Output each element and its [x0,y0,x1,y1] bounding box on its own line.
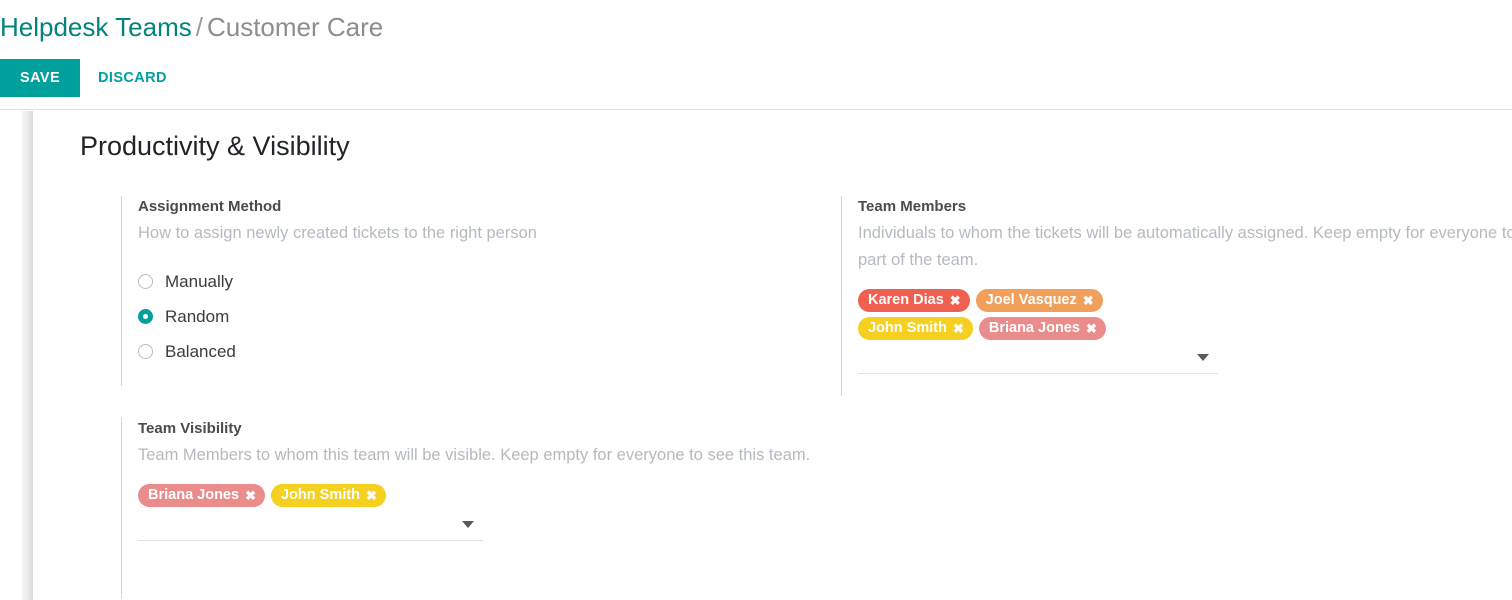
team-members-help: Individuals to whom the tickets will be … [858,224,1512,269]
tag-john-smith[interactable]: John Smith ✖ [858,317,973,340]
team-visibility-input[interactable] [138,507,483,541]
save-button[interactable]: SAVE [0,59,81,97]
tag-label: Joel Vasquez [985,292,1077,308]
caret-down-icon[interactable] [462,521,474,528]
radio-icon[interactable] [138,274,153,289]
action-button-row: SAVE DISCARD [0,59,185,97]
field-group-team-visibility: Team Visibility Team Members to whom thi… [121,418,821,598]
assignment-method-label: Assignment Method [138,198,282,215]
tag-label: Briana Jones [988,320,1080,336]
assignment-method-radio-group[interactable]: Manually Random Balanced [138,264,821,369]
team-members-tag-list: Karen Dias ✖ Joel Vasquez ✖ John Smith ✖… [858,289,1138,340]
radio-option-random[interactable]: Random [138,299,821,334]
discard-button[interactable]: DISCARD [80,59,185,97]
breadcrumb: Helpdesk Teams / Customer Care [0,10,383,44]
tag-label: Karen Dias [868,292,944,308]
tag-karen-dias[interactable]: Karen Dias ✖ [858,289,970,312]
team-members-label: Team Members [858,198,967,215]
radio-option-label: Random [165,306,230,326]
tag-label: Briana Jones [148,487,240,503]
control-panel: Helpdesk Teams / Customer Care SAVE DISCAR… [0,0,1512,110]
breadcrumb-root-link[interactable]: Helpdesk Teams [0,12,192,42]
radio-option-label: Manually [165,271,234,291]
field-group-assignment-method: Assignment Method How to assign newly cr… [121,196,821,386]
tag-remove-icon[interactable]: ✖ [953,322,964,335]
tag-remove-icon[interactable]: ✖ [1086,322,1097,335]
tag-remove-icon[interactable]: ✖ [950,294,961,307]
team-visibility-tags-field[interactable]: Briana Jones ✖ John Smith ✖ [138,484,821,541]
breadcrumb-current: Customer Care [206,12,384,42]
team-members-input[interactable] [858,340,1218,374]
breadcrumb-separator: / [195,12,203,42]
radio-option-manually[interactable]: Manually [138,264,821,299]
tag-briana-jones[interactable]: Briana Jones ✖ [978,317,1106,340]
radio-icon-selected[interactable] [138,309,153,324]
radio-option-balanced[interactable]: Balanced [138,334,821,369]
tag-remove-icon[interactable]: ✖ [1083,294,1094,307]
radio-icon[interactable] [138,344,153,359]
page-title: Productivity & Visibility [80,131,350,161]
team-visibility-tag-list: Briana Jones ✖ John Smith ✖ [138,484,821,507]
tag-john-smith[interactable]: John Smith ✖ [270,484,386,507]
tag-label: John Smith [868,320,947,336]
caret-down-icon[interactable] [1197,354,1209,361]
form-sheet: Productivity & Visibility Assignment Met… [33,111,1512,600]
team-members-tags-field[interactable]: Karen Dias ✖ Joel Vasquez ✖ John Smith ✖… [858,289,1512,374]
tag-joel-vasquez[interactable]: Joel Vasquez ✖ [975,289,1103,312]
team-visibility-help: Team Members to whom this team will be v… [138,446,811,464]
field-group-team-members: Team Members Individuals to whom the tic… [841,196,1512,396]
tag-briana-jones[interactable]: Briana Jones ✖ [138,484,265,507]
assignment-method-help: How to assign newly created tickets to t… [138,224,537,242]
tag-label: John Smith [280,487,360,503]
tag-remove-icon[interactable]: ✖ [366,489,377,502]
team-visibility-label: Team Visibility [138,420,242,437]
radio-option-label: Balanced [165,341,236,361]
tag-remove-icon[interactable]: ✖ [245,489,256,502]
sheet-gutter-shadow [22,111,33,600]
